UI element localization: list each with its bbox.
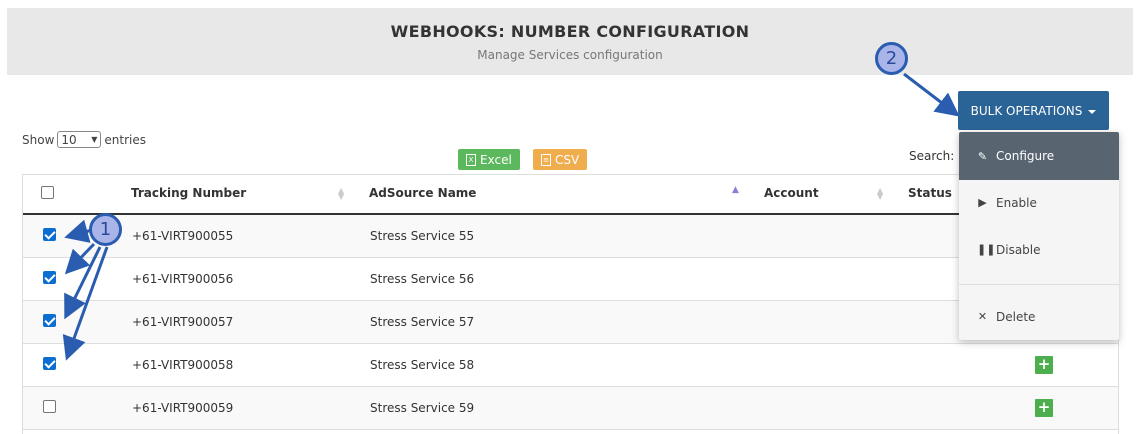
tracking-number: +61-VIRT900055 [132, 229, 234, 243]
sort-ascending-icon[interactable]: ▲ [732, 186, 739, 195]
caret-down-icon [1088, 109, 1097, 114]
close-icon: ✕ [977, 310, 988, 323]
excel-label: Excel [480, 152, 512, 167]
column-header-tracking-number[interactable]: Tracking Number [131, 186, 246, 200]
column-header-adsource-name[interactable]: AdSource Name [369, 186, 476, 200]
row-checkbox[interactable] [43, 228, 56, 241]
select-all-checkbox[interactable] [41, 186, 54, 199]
table-row: +61-VIRT900056 Stress Service 56 [23, 258, 1118, 301]
edit-icon: ✎ [977, 149, 988, 163]
search-label: Search: [909, 149, 955, 163]
adsource-name: Stress Service 56 [370, 272, 475, 286]
bulk-operations-menu: ✎ Configure ▶ Enable ❚❚ Disable ✕ Delete [959, 132, 1119, 340]
table-row: +61-VIRT900059 Stress Service 59 + [23, 387, 1118, 430]
menu-divider [959, 284, 1119, 285]
menu-item-label: Delete [996, 309, 1036, 324]
entries-select-value: 10 [61, 132, 77, 147]
tracking-number: +61-VIRT900056 [132, 272, 234, 286]
callout-1: 1 [89, 213, 122, 246]
csv-file-icon: ≡ [541, 153, 551, 166]
csv-label: CSV [555, 152, 580, 167]
entries-label: entries [104, 132, 146, 147]
table-row: +61-VIRT900055 Stress Service 55 [23, 215, 1118, 258]
table-header: Tracking Number ▲ ▼ AdSource Name ▲ Accou… [23, 175, 1118, 215]
menu-item-disable[interactable]: ❚❚ Disable [959, 227, 1119, 272]
callout-2: 2 [875, 42, 908, 75]
bulk-operations-label: BULK OPERATIONS [970, 103, 1083, 118]
row-checkbox[interactable] [43, 271, 56, 284]
adsource-name: Stress Service 59 [370, 401, 475, 415]
adsource-name: Stress Service 55 [370, 229, 475, 243]
adsource-name: Stress Service 58 [370, 358, 475, 372]
pause-icon: ❚❚ [977, 243, 996, 256]
tracking-number: +61-VIRT900057 [132, 315, 234, 329]
menu-item-label: Enable [996, 195, 1037, 210]
tracking-number: +61-VIRT900059 [132, 401, 234, 415]
page-title: WEBHOOKS: NUMBER CONFIGURATION [390, 22, 750, 41]
row-checkbox[interactable] [43, 400, 56, 413]
table-row: +61-VIRT900057 Stress Service 57 [23, 301, 1118, 344]
entries-select[interactable]: 10 ▼ [57, 131, 102, 148]
play-icon: ▶ [978, 196, 987, 209]
add-button[interactable]: + [1035, 356, 1053, 374]
tracking-number: +61-VIRT900058 [132, 358, 234, 372]
menu-item-configure[interactable]: ✎ Configure [959, 132, 1119, 180]
page-header: WEBHOOKS: NUMBER CONFIGURATION Manage Se… [7, 8, 1133, 75]
numbers-table: Tracking Number ▲ ▼ AdSource Name ▲ Accou… [22, 174, 1119, 434]
sort-both-icon[interactable]: ▲ ▼ [338, 187, 344, 201]
length-menu: Show 10 ▼ entries [22, 131, 146, 148]
column-header-account[interactable]: Account [764, 186, 819, 200]
page-subtitle: Manage Services configuration [477, 48, 663, 62]
row-checkbox[interactable] [43, 314, 56, 327]
table-row: +61-VIRT900058 Stress Service 58 + [23, 344, 1118, 387]
show-label: Show [22, 132, 55, 147]
column-header-status[interactable]: Status [908, 186, 952, 200]
menu-item-delete[interactable]: ✕ Delete [959, 294, 1119, 339]
chevron-down-icon: ▼ [91, 135, 98, 144]
arrow-to-bulk-button [903, 72, 960, 117]
menu-item-enable[interactable]: ▶ Enable [959, 180, 1119, 225]
adsource-name: Stress Service 57 [370, 315, 475, 329]
excel-file-icon: X [466, 153, 476, 166]
row-checkbox[interactable] [43, 357, 56, 370]
menu-item-label: Disable [996, 242, 1041, 257]
excel-export-button[interactable]: X Excel [458, 149, 520, 170]
csv-export-button[interactable]: ≡ CSV [533, 149, 588, 170]
bulk-operations-button[interactable]: BULK OPERATIONS [958, 91, 1109, 130]
add-button[interactable]: + [1035, 399, 1053, 417]
menu-item-label: Configure [996, 149, 1055, 163]
sort-both-icon[interactable]: ▲ ▼ [877, 187, 883, 201]
